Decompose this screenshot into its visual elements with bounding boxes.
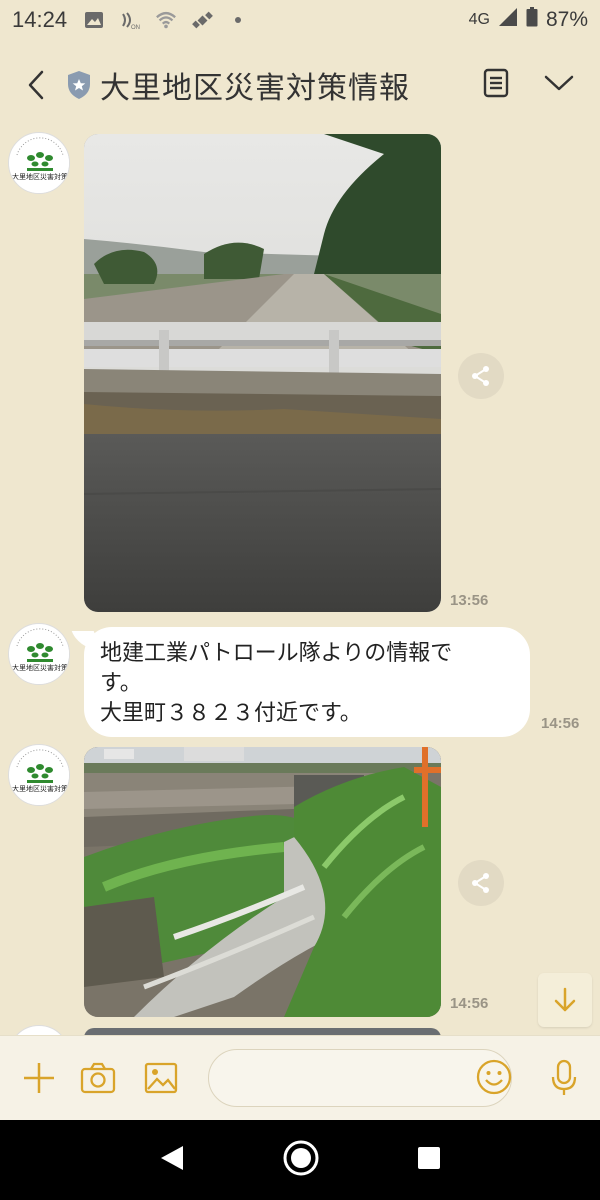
chat-photo-partial[interactable] xyxy=(84,1028,441,1035)
chat-header: 大里地区災害対策情報 xyxy=(0,40,600,130)
emoji-button[interactable] xyxy=(476,1059,512,1099)
message-input[interactable] xyxy=(208,1049,512,1107)
shield-icon xyxy=(68,71,90,99)
nav-back-button[interactable] xyxy=(159,1144,185,1176)
notification-dot-icon xyxy=(227,10,249,30)
chat-title: 大里地区災害対策情報 xyxy=(100,71,410,106)
message-timestamp: 14:56 xyxy=(541,715,580,732)
share-icon xyxy=(472,366,489,386)
signal-icon xyxy=(498,7,518,33)
sender-avatar[interactable] xyxy=(8,1025,70,1035)
sender-avatar[interactable]: 大里地区災害対策 xyxy=(8,744,70,806)
camera-button[interactable] xyxy=(80,1062,116,1094)
chevron-down-icon xyxy=(544,75,574,91)
nav-recents-button[interactable] xyxy=(417,1146,441,1174)
scroll-to-bottom-button[interactable] xyxy=(538,973,592,1027)
message-text-line: す。 xyxy=(100,671,142,696)
disaster-prevention-logo: 大里地区災害対策 xyxy=(10,625,69,684)
nav-home-button[interactable] xyxy=(282,1139,320,1181)
chat-photo-river[interactable] xyxy=(84,134,441,612)
battery-icon xyxy=(526,7,538,33)
chat-message-list[interactable]: 大里地区災害対策 13:56 大里地区災害対策 地建工業パトロール隊よりの情報で… xyxy=(0,130,600,1035)
sender-avatar[interactable]: 大里地区災害対策 xyxy=(8,132,70,194)
river-flood-photo xyxy=(84,134,441,612)
nav-recents-icon xyxy=(418,1147,441,1169)
menu-expand-button[interactable] xyxy=(544,74,574,96)
satellite-fax-icon xyxy=(191,10,213,30)
nav-back-icon xyxy=(160,1146,183,1170)
plus-icon xyxy=(24,1063,54,1093)
message-timestamp: 14:56 xyxy=(450,995,489,1012)
image-button[interactable] xyxy=(144,1062,178,1094)
text-message-bubble[interactable]: 地建工業パトロール隊よりの情報で す。 大里町３８２３付近です。 xyxy=(84,627,530,737)
svg-text:大里地区災害対策: 大里地区災害対策 xyxy=(12,663,68,672)
image-icon xyxy=(144,1062,178,1094)
sender-avatar[interactable]: 大里地区災害対策 xyxy=(8,623,70,685)
mic-icon xyxy=(551,1059,577,1095)
svg-text:ON: ON xyxy=(131,25,140,30)
emoji-icon xyxy=(476,1059,512,1095)
arrow-down-icon xyxy=(554,987,576,1012)
system-navigation-bar xyxy=(0,1120,600,1200)
svg-text:大里地区災害対策: 大里地区災害対策 xyxy=(12,172,68,181)
message-text-line: 大里町３８２３付近です。 xyxy=(100,701,362,726)
message-timestamp: 13:56 xyxy=(450,592,489,609)
disaster-prevention-logo: 大里地区災害対策 xyxy=(10,134,69,193)
nfc-on-icon: ON xyxy=(119,10,141,30)
wifi-icon xyxy=(155,10,177,30)
status-bar: 14:24 ON 4G 87% xyxy=(0,0,600,40)
camera-icon xyxy=(80,1062,116,1094)
back-icon xyxy=(28,70,44,100)
notes-icon xyxy=(483,68,509,98)
svg-text:大里地区災害対策: 大里地区災害対策 xyxy=(12,784,68,793)
back-button[interactable] xyxy=(18,60,54,110)
share-icon xyxy=(472,873,489,893)
share-button[interactable] xyxy=(458,353,504,399)
battery-percent: 87% xyxy=(545,8,588,31)
voice-button[interactable] xyxy=(550,1059,578,1097)
chat-photo-channel[interactable] xyxy=(84,747,441,1017)
share-button[interactable] xyxy=(458,860,504,906)
water-channel-photo xyxy=(84,747,441,1017)
message-text-line: 地建工業パトロール隊よりの情報で xyxy=(100,641,453,666)
disaster-prevention-logo: 大里地区災害対策 xyxy=(10,746,69,805)
nav-home-icon xyxy=(283,1140,319,1176)
network-type: 4G xyxy=(468,11,490,28)
notes-button[interactable] xyxy=(482,68,510,102)
plus-button[interactable] xyxy=(22,1061,56,1095)
status-time: 14:24 xyxy=(12,7,68,32)
gallery-notification-icon xyxy=(83,10,105,30)
